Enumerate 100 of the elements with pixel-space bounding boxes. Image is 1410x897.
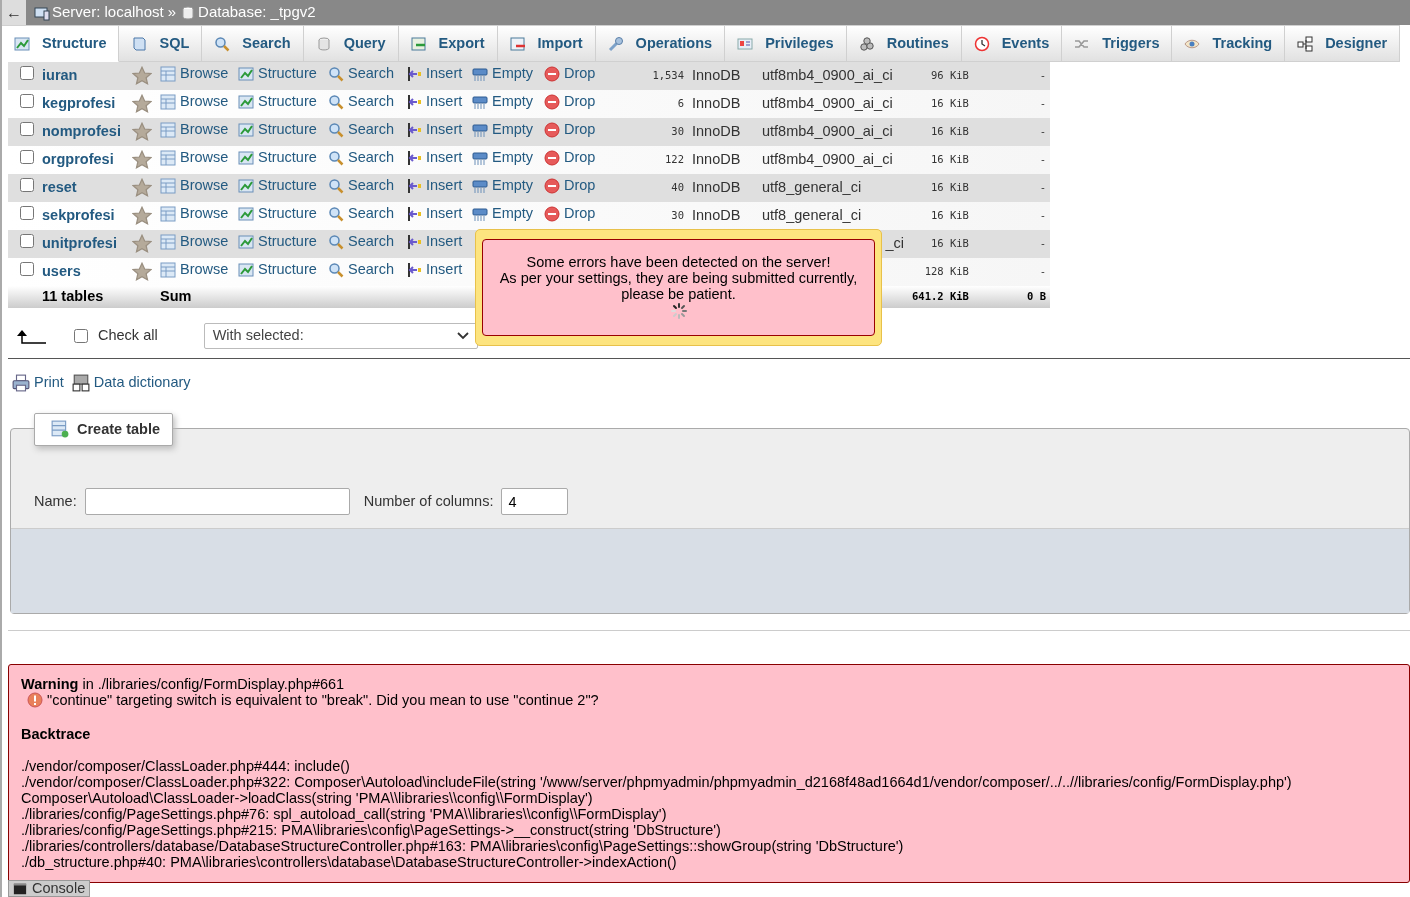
search-link[interactable]: Search xyxy=(328,63,394,85)
drop-link[interactable]: Drop xyxy=(544,119,596,141)
drop-link[interactable]: Drop xyxy=(544,147,596,169)
columns-field[interactable]: 4 xyxy=(501,488,569,516)
empty-link[interactable]: Empty xyxy=(472,91,534,113)
database-link[interactable]: Database: _tpgv2 xyxy=(180,1,316,24)
tab[interactable]: Events xyxy=(961,25,1063,62)
row-checkbox[interactable] xyxy=(20,234,34,249)
star-icon[interactable] xyxy=(132,262,152,283)
server-link[interactable]: Server: localhost xyxy=(34,1,164,24)
back-button[interactable]: ← xyxy=(2,0,26,25)
star-icon[interactable] xyxy=(132,94,152,115)
structure-link[interactable]: Structure xyxy=(238,91,317,113)
drop-link[interactable]: Drop xyxy=(544,91,596,113)
star-icon[interactable] xyxy=(132,234,152,255)
browse-link[interactable]: Browse xyxy=(160,175,229,197)
table-name-link[interactable]: iuran xyxy=(42,67,78,84)
drop-link[interactable]: Drop xyxy=(544,203,596,225)
check-all-link[interactable]: Check all xyxy=(98,324,158,347)
name-field[interactable] xyxy=(84,488,350,516)
star-icon[interactable] xyxy=(132,150,152,171)
chart-icon xyxy=(238,178,254,195)
size-text: 16 KiB xyxy=(930,97,969,110)
browse-link[interactable]: Browse xyxy=(160,147,229,169)
tab[interactable]: Import xyxy=(497,25,596,62)
tab[interactable]: Triggers xyxy=(1062,25,1173,62)
insert-link[interactable]: Insert xyxy=(406,203,463,225)
empty-link[interactable]: Empty xyxy=(472,147,534,169)
row-checkbox[interactable] xyxy=(20,150,34,165)
row-checkbox[interactable] xyxy=(20,206,34,221)
star-icon[interactable] xyxy=(132,66,152,87)
tab[interactable]: Designer xyxy=(1285,25,1401,62)
empty-link[interactable]: Empty xyxy=(472,119,534,141)
insert-link[interactable]: Insert xyxy=(406,91,463,113)
tab[interactable]: SQL xyxy=(119,25,203,62)
search-link[interactable]: Search xyxy=(328,231,394,253)
table-name-link[interactable]: orgprofesi xyxy=(42,151,114,168)
drop-link[interactable]: Drop xyxy=(544,175,596,197)
console-tab[interactable]: Console xyxy=(8,880,91,897)
row-checkbox[interactable] xyxy=(20,66,34,81)
tab[interactable]: Privileges xyxy=(725,25,847,62)
tab[interactable]: Query xyxy=(303,25,399,62)
search-link[interactable]: Search xyxy=(328,147,394,169)
with-selected-dropdown[interactable]: With selected: xyxy=(203,322,478,349)
search-link[interactable]: Search xyxy=(328,119,394,141)
browse-link[interactable]: Browse xyxy=(160,119,229,141)
insert-link[interactable]: Insert xyxy=(406,119,463,141)
tab[interactable]: Search xyxy=(202,25,304,62)
row-checkbox[interactable] xyxy=(20,262,34,277)
row-checkbox[interactable] xyxy=(20,178,34,193)
structure-link[interactable]: Structure xyxy=(238,203,317,225)
row-count: 1,534 xyxy=(652,69,684,82)
row-checkbox[interactable] xyxy=(20,94,34,109)
search-link[interactable]: Search xyxy=(328,259,394,281)
search-link[interactable]: Search xyxy=(328,91,394,113)
insert-link[interactable]: Insert xyxy=(406,147,463,169)
dictionary-link[interactable]: Data dictionary xyxy=(71,371,191,394)
insert-link[interactable]: Insert xyxy=(406,259,463,281)
tab[interactable]: Operations xyxy=(595,25,726,62)
check-all-checkbox[interactable] xyxy=(74,328,88,343)
structure-link[interactable]: Structure xyxy=(238,119,317,141)
table-name-link[interactable]: kegprofesi xyxy=(42,95,116,112)
search-link[interactable]: Search xyxy=(328,203,394,225)
print-link[interactable]: Print xyxy=(12,371,64,394)
star-icon[interactable] xyxy=(132,206,152,227)
empty-link[interactable]: Empty xyxy=(472,63,534,85)
table-name-link[interactable]: users xyxy=(42,263,81,280)
grid-icon xyxy=(160,178,176,195)
browse-link[interactable]: Browse xyxy=(160,231,229,253)
table-name-link[interactable]: unitprofesi xyxy=(42,235,117,252)
tab[interactable]: Routines xyxy=(846,25,962,62)
drop-link[interactable]: Drop xyxy=(544,63,596,85)
tab[interactable]: Structure xyxy=(2,25,120,62)
structure-link[interactable]: Structure xyxy=(238,259,317,281)
structure-link[interactable]: Structure xyxy=(238,147,317,169)
browse-link[interactable]: Browse xyxy=(160,63,229,85)
search-link[interactable]: Search xyxy=(328,175,394,197)
table-name-link[interactable]: reset xyxy=(42,179,77,196)
tab[interactable]: Tracking xyxy=(1172,25,1286,62)
empty-link[interactable]: Empty xyxy=(472,203,534,225)
structure-link[interactable]: Structure xyxy=(238,63,317,85)
star-icon[interactable] xyxy=(132,122,152,143)
row-checkbox[interactable] xyxy=(20,122,34,137)
table-name-link[interactable]: nomprofesi xyxy=(42,123,121,140)
structure-link[interactable]: Structure xyxy=(238,175,317,197)
star-icon[interactable] xyxy=(132,178,152,199)
insert-link[interactable]: Insert xyxy=(406,231,463,253)
insert-link[interactable]: Insert xyxy=(406,175,463,197)
collation-text: utf8mb4_0900_ai_ci xyxy=(762,123,893,140)
browse-link[interactable]: Browse xyxy=(160,259,229,281)
table-name-link[interactable]: sekprofesi xyxy=(42,207,115,224)
insert-link[interactable]: Insert xyxy=(406,63,463,85)
create-table-button[interactable]: Create table xyxy=(34,412,173,447)
tab[interactable]: Export xyxy=(398,25,498,62)
columns-label: Number of columns: xyxy=(363,491,494,511)
browse-link[interactable]: Browse xyxy=(160,91,229,113)
empty-link[interactable]: Empty xyxy=(472,175,534,197)
search-icon xyxy=(328,262,344,279)
browse-link[interactable]: Browse xyxy=(160,203,229,225)
structure-link[interactable]: Structure xyxy=(238,231,317,253)
